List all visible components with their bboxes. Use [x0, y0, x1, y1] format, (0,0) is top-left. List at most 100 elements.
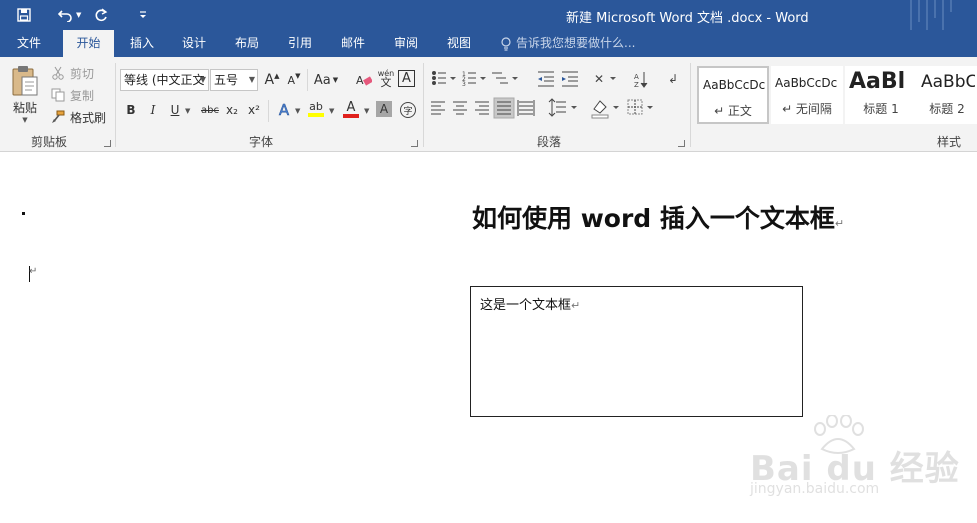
- title-bar: ▼ 新建 Microsoft Word 文档 .docx - Word: [0, 0, 977, 30]
- chevron-down-icon: ▼: [332, 76, 339, 84]
- format-painter-label: 格式刷: [70, 110, 107, 125]
- redo-icon[interactable]: [87, 0, 115, 30]
- text-effects-dropdown-icon[interactable]: ▼: [295, 107, 300, 115]
- text-effects-button[interactable]: A: [274, 100, 294, 120]
- italic-button[interactable]: I: [143, 100, 163, 120]
- styles-gallery: AaBbCcDc ↵ 正文 AaBbCcDc ↵ 无间隔 AaBl 标题 1 A…: [697, 66, 977, 124]
- strikethrough-button[interactable]: abc: [199, 100, 221, 120]
- bold-button[interactable]: B: [121, 100, 141, 120]
- font-size-select[interactable]: 五号 ▼: [210, 69, 258, 91]
- show-marks-button[interactable]: [664, 67, 686, 89]
- highlight-dropdown-icon[interactable]: ▼: [329, 107, 334, 115]
- tab-references[interactable]: 引用: [279, 30, 321, 57]
- multilevel-list-button[interactable]: [490, 67, 520, 89]
- font-group-label: 字体: [249, 135, 274, 149]
- clear-formatting-button[interactable]: A: [354, 70, 374, 90]
- highlight-color-bar: [308, 113, 324, 117]
- shrink-font-button[interactable]: A ▼: [284, 70, 304, 90]
- align-center-button[interactable]: [451, 99, 471, 121]
- tell-me-placeholder: 告诉我您想要做什么...: [516, 36, 636, 50]
- strikethrough-icon: abc: [201, 104, 219, 116]
- copy-label: 复制: [70, 88, 95, 103]
- char-shading-icon: A: [379, 102, 389, 116]
- heading-text: 如何使用 word 插入一个文本框: [472, 204, 835, 233]
- grow-arrow-icon: ▲: [274, 72, 280, 80]
- tab-review[interactable]: 审阅: [385, 30, 427, 57]
- enclose-char: 字: [403, 106, 413, 117]
- style-no-spacing[interactable]: AaBbCcDc ↵ 无间隔: [771, 66, 843, 124]
- tab-file[interactable]: 文件: [8, 30, 50, 57]
- style-normal[interactable]: AaBbCcDc ↵ 正文: [697, 66, 769, 124]
- line-spacing-button[interactable]: [548, 99, 578, 121]
- chinese-layout-button[interactable]: [590, 67, 620, 89]
- decrease-indent-button[interactable]: [536, 67, 558, 89]
- style-name: ↵ 正文: [714, 104, 752, 118]
- paragraph-launcher-icon[interactable]: [678, 140, 685, 147]
- document-heading[interactable]: 如何使用 word 插入一个文本框↵: [472, 199, 844, 235]
- font-color-dropdown-icon[interactable]: ▼: [364, 107, 369, 115]
- increase-indent-button[interactable]: [560, 67, 582, 89]
- tab-home[interactable]: 开始: [63, 30, 114, 57]
- character-border-button[interactable]: A: [398, 70, 415, 87]
- sort-button[interactable]: [632, 67, 654, 89]
- clipboard-group-label: 剪贴板: [31, 135, 68, 149]
- bullets-button[interactable]: [430, 67, 458, 89]
- paragraph-mark: ↵: [571, 299, 581, 312]
- style-name: 标题 2: [929, 102, 965, 116]
- phonetic-guide-button[interactable]: wén 文: [376, 68, 396, 88]
- shrink-arrow-icon: ▼: [295, 72, 301, 80]
- paintbrush-icon: [50, 109, 66, 125]
- change-case-button[interactable]: Aa ▼: [312, 70, 340, 90]
- style-heading-2[interactable]: AaBbC 标题 2: [917, 66, 977, 124]
- divider: [115, 63, 116, 147]
- font-color-button[interactable]: A: [341, 99, 361, 119]
- font-name-select[interactable]: 等线 (中文正文 ▼: [120, 69, 209, 91]
- eraser-icon: A: [356, 74, 372, 87]
- character-shading-button[interactable]: A: [376, 101, 392, 117]
- underline-dropdown-icon[interactable]: ▼: [185, 107, 190, 115]
- distributed-button[interactable]: [517, 99, 537, 121]
- subscript-button[interactable]: x₂: [222, 100, 242, 120]
- tab-insert[interactable]: 插入: [121, 30, 163, 57]
- font-color-icon: A: [346, 99, 356, 115]
- grow-font-button[interactable]: A ▲: [262, 70, 282, 90]
- undo-dropdown-icon[interactable]: ▼: [76, 11, 81, 19]
- paragraph-mark: ↵: [29, 266, 38, 277]
- format-painter-button[interactable]: 格式刷: [50, 107, 106, 127]
- tab-design[interactable]: 设计: [173, 30, 215, 57]
- superscript-button[interactable]: x²: [244, 100, 264, 120]
- highlight-button[interactable]: ab: [306, 99, 326, 119]
- subscript-icon: x₂: [226, 103, 238, 117]
- underline-button[interactable]: U: [165, 100, 185, 120]
- tab-view[interactable]: 视图: [438, 30, 480, 57]
- watermark-url: jingyan.baidu.com: [750, 481, 880, 497]
- customize-icon[interactable]: [129, 0, 157, 30]
- paste-button[interactable]: 粘贴 ▼: [6, 61, 44, 129]
- phonetic-bottom: 文: [380, 76, 392, 89]
- paste-label: 粘贴: [12, 101, 37, 115]
- borders-button[interactable]: [626, 99, 656, 121]
- cut-button[interactable]: 剪切: [50, 63, 94, 83]
- text-effect-icon: A: [278, 101, 290, 120]
- justify-button[interactable]: [494, 99, 514, 121]
- save-icon[interactable]: [10, 0, 38, 30]
- tell-me-box[interactable]: 告诉我您想要做什么...: [500, 30, 635, 57]
- align-right-button[interactable]: [473, 99, 493, 121]
- enclose-characters-button[interactable]: 字: [398, 100, 418, 120]
- baidu-watermark: Bai du 经验 jingyan.baidu.com: [748, 415, 959, 505]
- align-left-button[interactable]: [429, 99, 449, 121]
- style-sample: AaBbCcDc: [775, 76, 838, 90]
- text-box-content[interactable]: 这是一个文本框↵: [480, 294, 580, 313]
- copy-button[interactable]: 复制: [50, 85, 94, 105]
- text-box[interactable]: 这是一个文本框↵: [470, 286, 803, 417]
- numbering-button[interactable]: [460, 67, 488, 89]
- style-sample: AaBbCcDc: [703, 78, 765, 92]
- clipboard-icon: [12, 66, 38, 96]
- style-heading-1[interactable]: AaBl 标题 1: [845, 66, 917, 124]
- clipboard-launcher-icon[interactable]: [104, 140, 111, 147]
- tab-mailings[interactable]: 邮件: [332, 30, 374, 57]
- divider: [690, 63, 691, 147]
- font-launcher-icon[interactable]: [411, 140, 418, 147]
- tab-layout[interactable]: 布局: [226, 30, 268, 57]
- shading-button[interactable]: [590, 99, 620, 121]
